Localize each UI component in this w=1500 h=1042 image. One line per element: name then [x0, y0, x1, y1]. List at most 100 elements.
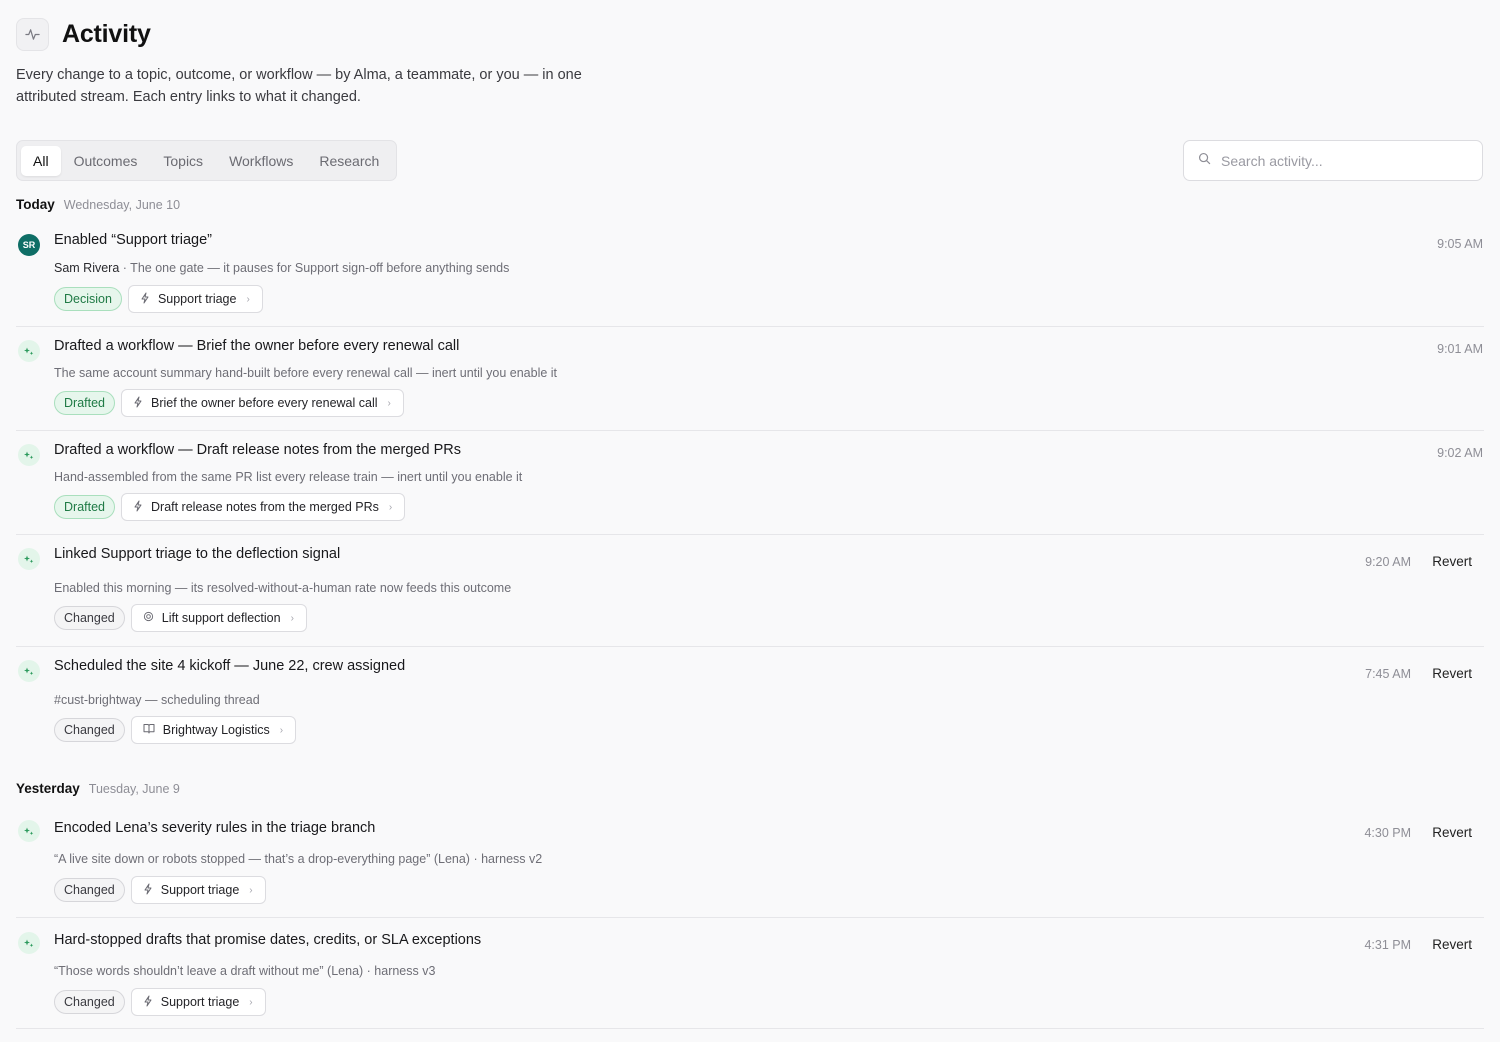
- entry-title: Scheduled the site 4 kickoff — June 22, …: [54, 658, 406, 674]
- tab-outcomes[interactable]: Outcomes: [61, 146, 151, 176]
- tab-research[interactable]: Research: [306, 146, 392, 176]
- status-badge: Drafted: [54, 495, 115, 519]
- entry-chips: Changed Support triage ›: [54, 988, 266, 1016]
- revert-button[interactable]: Revert: [1432, 937, 1472, 952]
- tab-workflows[interactable]: Workflows: [216, 146, 306, 176]
- entry-title: Linked Support triage to the deflection …: [54, 546, 341, 562]
- entry-time: 7:45 AM: [1365, 667, 1411, 681]
- entry-description: #cust-brightway — scheduling thread: [54, 693, 260, 707]
- title-row: Activity: [16, 18, 616, 51]
- linked-item-label: Lift support deflection: [161, 611, 281, 625]
- entry-title: Hard-stopped drafts that promise dates, …: [54, 932, 482, 948]
- workflow-bolt-icon: [133, 396, 143, 411]
- status-badge: Changed: [54, 878, 125, 902]
- entry-title: Encoded Lena’s severity rules in the tri…: [54, 820, 376, 836]
- linked-item-chip[interactable]: Support triage ›: [130, 876, 266, 904]
- linked-item-label: Draft release notes from the merged PRs: [151, 500, 379, 514]
- section-date: Tuesday, June 9: [88, 782, 180, 796]
- activity-entry: Encoded Lena’s severity rules in the tri…: [16, 806, 1484, 918]
- sparkle-icon: [18, 548, 40, 570]
- workflow-bolt-icon: [143, 883, 153, 898]
- section-label: Today: [16, 197, 55, 212]
- linked-item-chip[interactable]: Support triage ›: [130, 988, 266, 1016]
- status-badge: Changed: [54, 606, 125, 630]
- chevron-right-icon: ›: [388, 501, 393, 513]
- linked-item-label: Brightway Logistics: [162, 723, 270, 737]
- entry-chips: Drafted Draft release notes from the mer…: [54, 493, 406, 521]
- activity-pulse-icon: [16, 18, 49, 51]
- entry-chips: Changed Brightway Logistics ›: [54, 716, 297, 744]
- entry-time: 9:20 AM: [1365, 555, 1411, 569]
- activity-entry: Drafted a workflow — Brief the owner bef…: [16, 327, 1484, 431]
- avatar: SR: [18, 234, 40, 256]
- chevron-right-icon: ›: [249, 996, 253, 1008]
- sparkle-icon: [18, 660, 40, 682]
- tab-all[interactable]: All: [21, 145, 61, 176]
- page-header: Activity Every change to a topic, outcom…: [16, 18, 616, 108]
- chevron-right-icon: ›: [387, 397, 391, 409]
- page-subtitle: Every change to a topic, outcome, or wor…: [16, 67, 582, 105]
- page-title: Activity: [62, 20, 151, 48]
- entry-chips: Decision Support triage ›: [54, 285, 263, 313]
- status-badge: Changed: [54, 990, 125, 1014]
- activity-entry: Linked Support triage to the deflection …: [16, 535, 1484, 647]
- entry-time: 4:31 PM: [1364, 938, 1411, 952]
- linked-item-chip[interactable]: Support triage ›: [127, 285, 263, 313]
- workflow-bolt-icon: [143, 995, 153, 1010]
- revert-button[interactable]: Revert: [1432, 666, 1472, 681]
- sparkle-icon: [18, 444, 40, 466]
- search-box[interactable]: [1183, 140, 1483, 181]
- status-badge: Changed: [54, 718, 125, 742]
- linked-item-chip[interactable]: Brightway Logistics ›: [130, 716, 297, 744]
- linked-item-chip[interactable]: Lift support deflection ›: [130, 604, 307, 632]
- linked-item-chip[interactable]: Brief the owner before every renewal cal…: [121, 389, 404, 417]
- entry-description: Enabled this morning — its resolved-with…: [54, 581, 512, 595]
- linked-item-label: Support triage: [160, 883, 240, 897]
- linked-item-chip[interactable]: Draft release notes from the merged PRs …: [121, 493, 406, 521]
- search-input[interactable]: [1221, 152, 1461, 169]
- linked-item-label: Brief the owner before every renewal cal…: [151, 396, 378, 410]
- entry-chips: Changed Support triage ›: [54, 876, 266, 904]
- entry-time: 4:30 PM: [1364, 826, 1411, 840]
- section-header-today: Today Wednesday, June 10: [16, 197, 180, 212]
- entry-time: 9:05 AM: [1437, 237, 1483, 251]
- revert-button[interactable]: Revert: [1432, 825, 1472, 840]
- entry-meta: Sam Rivera · The one gate — it pauses fo…: [54, 261, 509, 275]
- entry-time: 9:01 AM: [1437, 342, 1483, 356]
- section-date: Wednesday, June 10: [63, 198, 181, 212]
- target-icon: [143, 611, 154, 625]
- sparkle-icon: [18, 932, 40, 954]
- section-header-yesterday: Yesterday Tuesday, June 9: [16, 781, 180, 796]
- sparkle-icon: [18, 820, 40, 842]
- entry-title: Drafted a workflow — Brief the owner bef…: [54, 338, 460, 354]
- linked-item-label: Support triage: [157, 292, 237, 306]
- entry-title: Enabled “Support triage”: [54, 232, 212, 248]
- search-icon: [1198, 152, 1211, 170]
- chevron-right-icon: ›: [279, 724, 284, 736]
- entry-description: “A live site down or robots stopped — th…: [54, 852, 543, 866]
- entry-author: Sam Rivera: [54, 261, 120, 275]
- entry-time: 9:02 AM: [1437, 446, 1483, 460]
- activity-entry: Hard-stopped drafts that promise dates, …: [16, 918, 1484, 1029]
- activity-entry: SR Enabled “Support triage” Sam Rivera ·…: [16, 222, 1484, 327]
- sparkle-icon: [18, 340, 40, 362]
- entry-chips: Drafted Brief the owner before every ren…: [54, 389, 404, 417]
- entry-description: The same account summary hand-built befo…: [54, 366, 558, 380]
- activity-entry: Scheduled the site 4 kickoff — June 22, …: [16, 647, 1484, 772]
- workflow-bolt-icon: [133, 500, 143, 515]
- chevron-right-icon: ›: [249, 884, 253, 896]
- entry-description: Hand-assembled from the same PR list eve…: [54, 470, 523, 484]
- workflow-bolt-icon: [140, 292, 150, 307]
- chevron-right-icon: ›: [246, 293, 250, 305]
- status-badge: Decision: [54, 287, 122, 311]
- tab-topics[interactable]: Topics: [150, 146, 216, 176]
- entry-title: Drafted a workflow — Draft release notes…: [54, 442, 461, 458]
- entry-chips: Changed Lift support deflection ›: [54, 604, 307, 632]
- entry-description: · The one gate — it pauses for Support s…: [119, 261, 510, 275]
- filter-tabs: All Outcomes Topics Workflows Research: [16, 140, 398, 181]
- revert-button[interactable]: Revert: [1432, 554, 1472, 569]
- entry-description: “Those words shouldn’t leave a draft wit…: [54, 964, 436, 978]
- activity-entry: Drafted a workflow — Draft release notes…: [16, 431, 1484, 535]
- book-icon: [143, 723, 155, 737]
- chevron-right-icon: ›: [290, 612, 294, 624]
